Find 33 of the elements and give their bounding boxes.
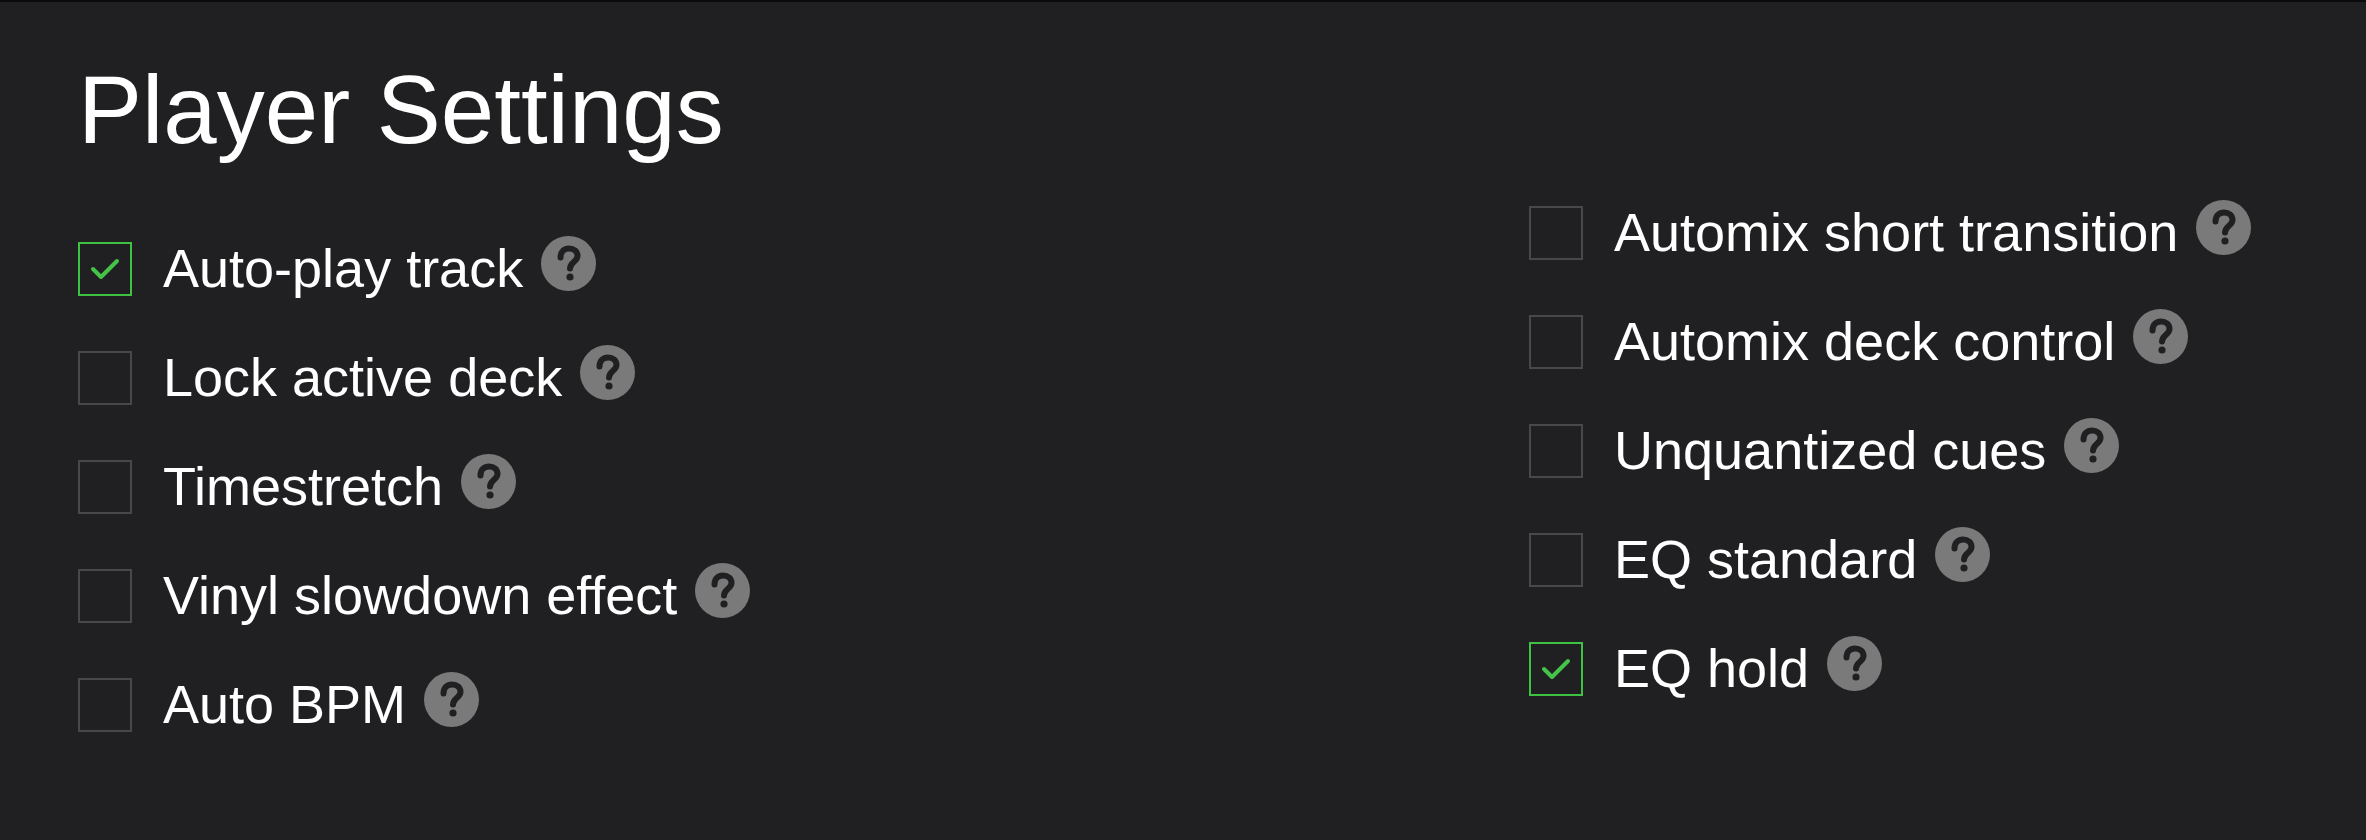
help-icon[interactable] <box>2133 309 2189 365</box>
help-icon[interactable] <box>424 672 480 728</box>
option-label: Automix deck control <box>1614 310 2116 374</box>
panel-title: Player Settings <box>78 55 724 165</box>
checkbox[interactable] <box>1529 314 1583 369</box>
option-label: EQ standard <box>1614 528 1918 592</box>
checkbox[interactable] <box>1529 423 1583 478</box>
option-label: Lock active deck <box>163 346 563 410</box>
checkbox[interactable] <box>78 677 132 732</box>
help-icon[interactable] <box>580 345 636 401</box>
checkbox[interactable] <box>1529 641 1583 696</box>
checkbox[interactable] <box>78 350 132 405</box>
option-label: Auto-play track <box>163 237 524 301</box>
checkbox[interactable] <box>1529 205 1583 260</box>
checkbox[interactable] <box>78 568 132 623</box>
help-icon[interactable] <box>541 236 597 292</box>
option-label: Automix short transition <box>1614 201 2179 265</box>
help-icon[interactable] <box>461 454 517 510</box>
option-label: Auto BPM <box>163 673 407 737</box>
help-icon[interactable] <box>2196 200 2252 256</box>
option-label: Timestretch <box>163 455 444 519</box>
help-icon[interactable] <box>695 563 751 619</box>
option-label: Unquantized cues <box>1614 419 2047 483</box>
checkbox[interactable] <box>1529 532 1583 587</box>
check-icon <box>90 257 120 280</box>
checkbox[interactable] <box>78 459 132 514</box>
option-label: Vinyl slowdown effect <box>163 564 678 628</box>
option-label: EQ hold <box>1614 637 1810 701</box>
help-icon[interactable] <box>1935 527 1991 583</box>
help-icon[interactable] <box>2064 418 2120 474</box>
check-icon <box>1541 657 1571 680</box>
help-icon[interactable] <box>1827 636 1883 692</box>
checkbox[interactable] <box>78 241 132 296</box>
